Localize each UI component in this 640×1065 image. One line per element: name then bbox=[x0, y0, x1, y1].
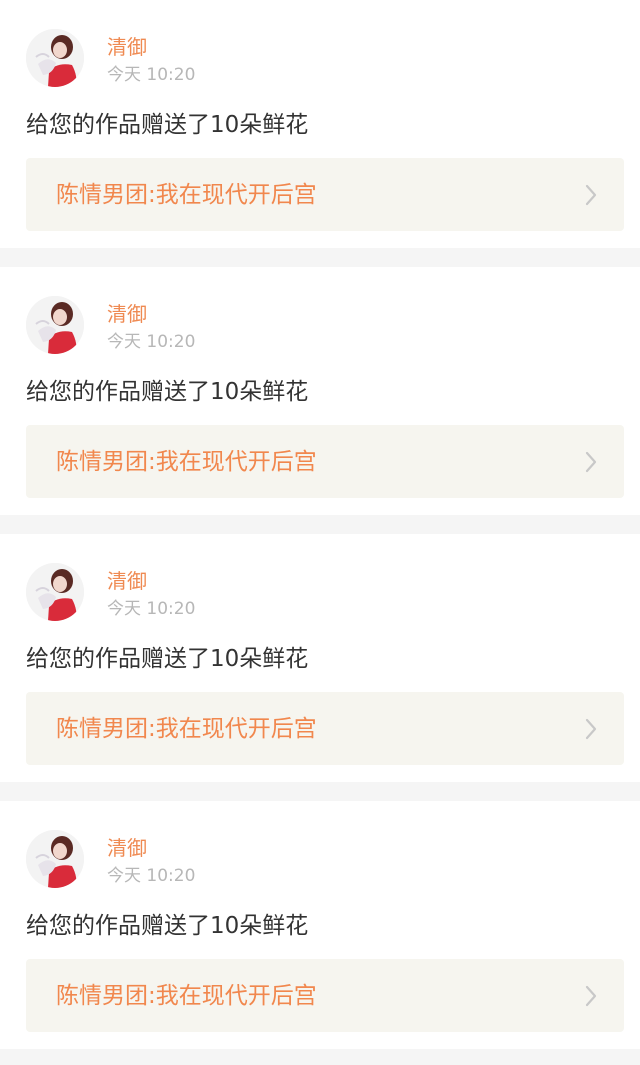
work-link[interactable]: 陈情男团:我在现代开后宫 bbox=[26, 692, 624, 765]
chevron-right-icon bbox=[584, 183, 598, 207]
user-avatar[interactable] bbox=[26, 830, 84, 888]
avatar-image bbox=[26, 830, 84, 888]
avatar-image bbox=[26, 563, 84, 621]
work-title: 陈情男团:我在现代开后宫 bbox=[56, 983, 317, 1009]
notification-message: 给您的作品赠送了10朵鲜花 bbox=[26, 646, 309, 672]
user-avatar[interactable] bbox=[26, 563, 84, 621]
username[interactable]: 清御 bbox=[107, 35, 147, 59]
username[interactable]: 清御 bbox=[107, 569, 147, 593]
work-link[interactable]: 陈情男团:我在现代开后宫 bbox=[26, 425, 624, 498]
timestamp: 今天 10:20 bbox=[107, 65, 196, 85]
chevron-right-icon bbox=[584, 450, 598, 474]
notification-card: 清御 今天 10:20 给您的作品赠送了10朵鲜花 陈情男团:我在现代开后宫 bbox=[0, 534, 640, 782]
timestamp: 今天 10:20 bbox=[107, 599, 196, 619]
timestamp: 今天 10:20 bbox=[107, 332, 196, 352]
notification-card: 清御 今天 10:20 给您的作品赠送了10朵鲜花 陈情男团:我在现代开后宫 bbox=[0, 0, 640, 248]
notification-message: 给您的作品赠送了10朵鲜花 bbox=[26, 112, 309, 138]
chevron-right-icon bbox=[584, 717, 598, 741]
work-link[interactable]: 陈情男团:我在现代开后宫 bbox=[26, 158, 624, 231]
work-link[interactable]: 陈情男团:我在现代开后宫 bbox=[26, 959, 624, 1032]
notification-card: 清御 今天 10:20 给您的作品赠送了10朵鲜花 陈情男团:我在现代开后宫 bbox=[0, 801, 640, 1049]
username[interactable]: 清御 bbox=[107, 836, 147, 860]
user-avatar[interactable] bbox=[26, 296, 84, 354]
notification-card: 清御 今天 10:20 给您的作品赠送了10朵鲜花 陈情男团:我在现代开后宫 bbox=[0, 267, 640, 515]
chevron-right-icon bbox=[584, 984, 598, 1008]
notification-message: 给您的作品赠送了10朵鲜花 bbox=[26, 913, 309, 939]
username[interactable]: 清御 bbox=[107, 302, 147, 326]
notification-message: 给您的作品赠送了10朵鲜花 bbox=[26, 379, 309, 405]
timestamp: 今天 10:20 bbox=[107, 866, 196, 886]
work-title: 陈情男团:我在现代开后宫 bbox=[56, 716, 317, 742]
avatar-image bbox=[26, 29, 84, 87]
work-title: 陈情男团:我在现代开后宫 bbox=[56, 182, 317, 208]
avatar-image bbox=[26, 296, 84, 354]
user-avatar[interactable] bbox=[26, 29, 84, 87]
work-title: 陈情男团:我在现代开后宫 bbox=[56, 449, 317, 475]
